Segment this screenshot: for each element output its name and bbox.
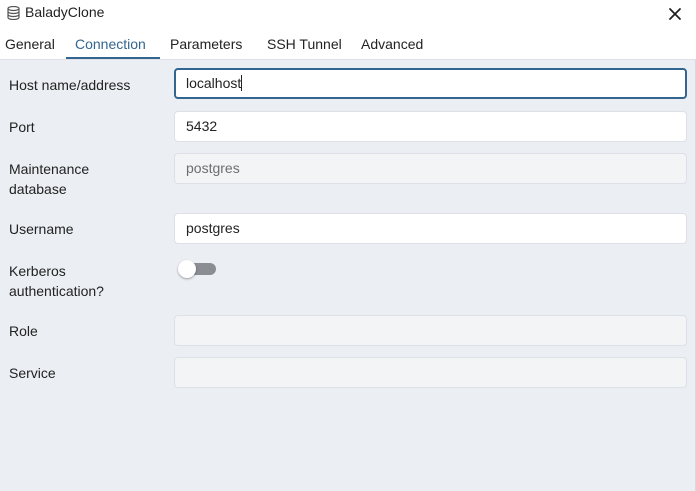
maintenance-db-label-line1: Maintenance [9,161,90,177]
username-label: Username [9,221,74,237]
connection-dialog: BaladyClone General Connection Parameter… [0,0,696,491]
host-label: Host name/address [9,77,131,93]
tab-bar: General Connection Parameters SSH Tunnel… [0,28,696,60]
kerberos-label-line2: authentication? [9,283,104,299]
maintenance-db-input: postgres [174,153,687,184]
tab-advanced[interactable]: Advanced [361,36,423,52]
close-icon[interactable] [666,5,684,23]
tab-connection[interactable]: Connection [75,36,146,52]
toggle-knob [178,260,196,278]
tab-parameters[interactable]: Parameters [170,36,242,52]
service-label: Service [9,365,56,381]
text-caret [241,75,243,91]
username-input[interactable]: postgres [174,213,687,244]
role-input[interactable] [174,315,687,346]
host-value: localhost [186,75,242,91]
service-input[interactable] [174,357,687,388]
dialog-titlebar: BaladyClone [0,0,696,28]
host-input[interactable]: localhost [174,68,687,99]
active-tab-indicator [66,57,160,59]
maintenance-db-label-line2: database [9,181,67,197]
kerberos-label-line1: Kerberos [9,263,66,279]
tab-general[interactable]: General [5,36,55,52]
role-label: Role [9,323,38,339]
dialog-title: BaladyClone [25,4,105,20]
port-label: Port [9,119,35,135]
kerberos-toggle[interactable] [178,260,216,278]
server-icon [7,5,20,21]
port-input[interactable]: 5432 [174,111,687,142]
tab-ssh-tunnel[interactable]: SSH Tunnel [267,36,342,52]
